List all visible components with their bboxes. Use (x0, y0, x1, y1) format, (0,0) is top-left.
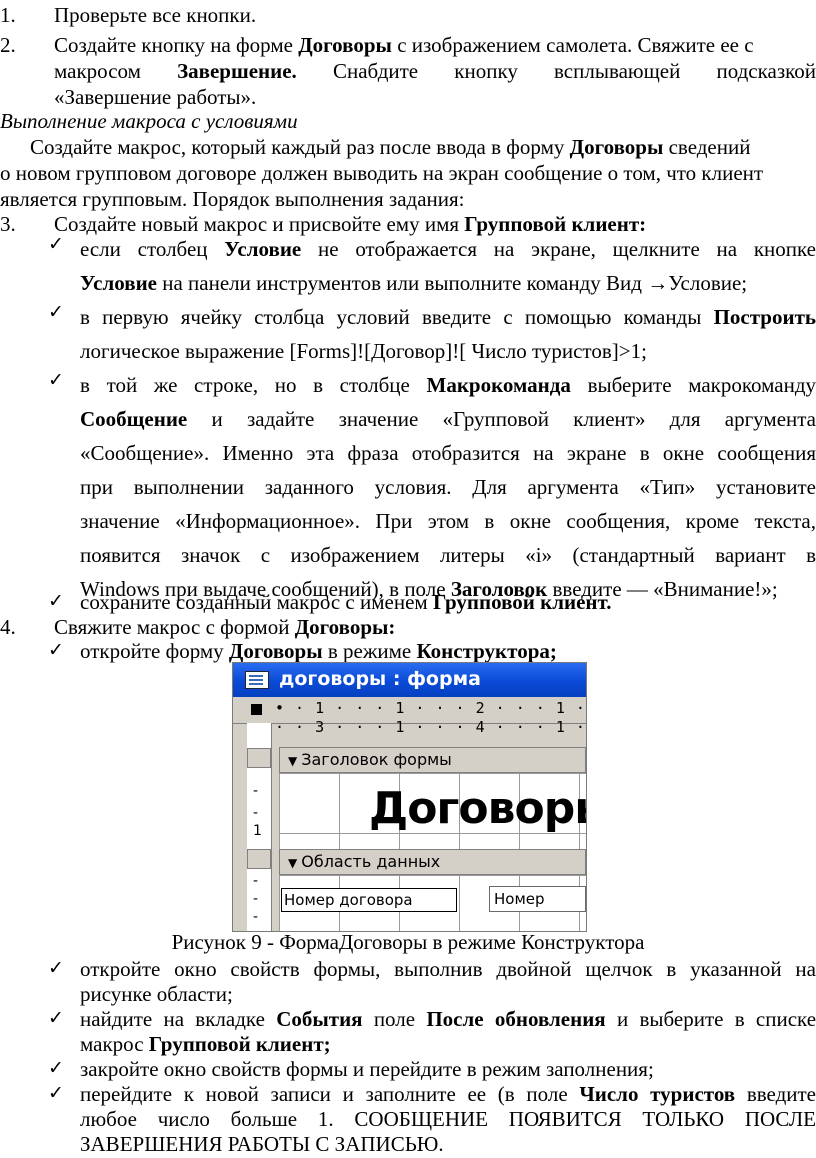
bold-run: Договоры (298, 33, 392, 57)
detail-section-selector[interactable] (247, 849, 271, 869)
bold-run: Число туристов (579, 1082, 735, 1106)
text-run: любое число больше 1. СООБЩЕНИЕ ПОЯВИТСЯ… (80, 1106, 816, 1133)
intro-line-2: о новом групповом договоре должен выводи… (0, 160, 816, 187)
checkmark-icon: ✓ (48, 300, 76, 324)
checkmark-icon: ✓ (48, 1081, 76, 1105)
ruler-tick: - (253, 909, 258, 927)
band-arrow-icon: ▼ (288, 856, 297, 870)
detail-band[interactable]: ▼ Область данных (279, 849, 586, 875)
step-number: 1. (0, 2, 40, 29)
ruler-tick: - (253, 891, 258, 909)
section-title-text: Выполнение макроса с условиями (0, 109, 298, 133)
bold-run: Групповой клиент; (149, 1032, 331, 1056)
text-run: в режиме (323, 639, 417, 663)
ruler-tick: - (253, 873, 258, 891)
contract-number-label[interactable]: Номер договора (281, 888, 457, 912)
form-icon (245, 671, 269, 689)
text-run: поле (374, 1007, 427, 1031)
horizontal-ruler: • · 1 · · · 1 · · · 2 · · · 1 · · · 3 · … (233, 697, 586, 724)
form-heading-label[interactable]: Договоры (369, 781, 587, 837)
window-titlebar: договоры : форма (233, 663, 586, 697)
form-designer-screenshot: договоры : форма • · 1 · · · 1 · · · 2 ·… (232, 662, 587, 932)
bold-run: Построить (714, 305, 816, 329)
checkmark-icon: ✓ (48, 638, 76, 662)
bold-run: Условие (80, 271, 157, 295)
bold-run: Макрокоманда (427, 373, 571, 397)
text-run: на панели инструментов или выполните ком… (157, 271, 747, 295)
text-run: перейдите к новой записи и заполните ее … (80, 1082, 579, 1106)
bold-run: Групповой клиент. (433, 590, 612, 614)
text-run: макрос (80, 1032, 149, 1056)
intro-line-3: является групповым. Порядок выполнения з… (0, 186, 816, 213)
contract-number-field[interactable]: Номер (489, 886, 586, 912)
bold-run: Договоры: (295, 615, 396, 639)
figure-caption: Рисунок 9 - ФормаДоговоры в режиме Конст… (0, 929, 816, 956)
text-run: сохраните созданный макрос с именем (80, 590, 433, 614)
document-page: 1. Проверьте все кнопки. 2. Создайте кно… (0, 0, 816, 1157)
step-text: Проверьте все кнопки. (54, 2, 816, 29)
ruler-tick: - (253, 805, 258, 823)
ruler-number: 1 (253, 823, 262, 841)
text-run: о новом групповом договоре должен выводи… (0, 161, 763, 185)
bold-run: Конструктора; (416, 639, 556, 663)
checkmark-icon: ✓ (48, 1056, 76, 1080)
checkmark-icon: ✓ (48, 956, 76, 980)
vertical-ruler: - - 1 - - - (247, 723, 272, 931)
ruler-tick: - (253, 783, 258, 801)
band-arrow-icon: ▼ (288, 754, 297, 768)
form-header-band[interactable]: ▼ Заголовок формы (279, 747, 586, 773)
form-selector[interactable] (251, 704, 262, 715)
text-run: выберите макрокоманду (588, 373, 816, 397)
bold-run: Условие (224, 237, 301, 261)
text-run: рисунке области; (80, 981, 816, 1008)
bold-run: Договоры (229, 639, 323, 663)
text-run: при выполнении заданного условия. Для ар… (80, 470, 816, 504)
step-number: 2. (0, 32, 40, 59)
bold-run: После обновления (426, 1007, 605, 1031)
text-run: и задайте значение «Групповой клиент» дл… (212, 407, 816, 431)
checkmark-icon: ✓ (48, 589, 76, 613)
text-run: закройте окно свойств формы и перейдите … (80, 1056, 816, 1083)
text-run: сведений (663, 135, 750, 159)
checkmark-icon: ✓ (48, 232, 76, 256)
text-run: логическое выражение [Forms]![Договор]![… (80, 334, 816, 368)
text-run: найдите на вкладке (80, 1007, 276, 1031)
text-run: откройте форму (80, 639, 229, 663)
text-run: не отображается на экране, щелкните на к… (318, 237, 816, 261)
text-run: Создайте кнопку на форме (54, 33, 298, 57)
text-run: Свяжите макрос с формой (54, 615, 295, 639)
text-run: макросом (54, 59, 177, 83)
band-label: Область данных (301, 852, 440, 871)
text-run: «Сообщение». Именно эта фраза отобразитс… (80, 436, 816, 470)
text-run: в той же строке, но в столбце (80, 373, 427, 397)
step-number: 3. (0, 211, 40, 238)
section-title: Выполнение макроса с условиями (0, 108, 816, 135)
bold-run: Завершение. (177, 59, 297, 83)
band-label: Заголовок формы (301, 750, 452, 769)
text-run: откройте окно свойств формы, выполнив дв… (80, 956, 816, 983)
text-run: появится значок с изображением литеры «i… (80, 538, 816, 572)
ruler-scale: • · 1 · · · 1 · · · 2 · · · 1 · · · 3 · … (275, 699, 586, 737)
text-run: является групповым. Порядок выполнения з… (0, 187, 465, 211)
text-run: Снабдите кнопку всплывающей подсказкой (333, 59, 816, 83)
checkmark-icon: ✓ (48, 368, 76, 392)
checkmark-icon: ✓ (48, 1006, 76, 1030)
step-number: 4. (0, 614, 40, 641)
header-section-selector[interactable] (247, 748, 271, 768)
text-run: и выберите в списке (617, 1007, 816, 1031)
text-run: с изображением самолета. Свяжите ее с (392, 33, 754, 57)
text-run: ЗАВЕРШЕНИЯ РАБОТЫ С ЗАПИСЬЮ. (80, 1131, 816, 1158)
text-run: Создайте макрос, который каждый раз посл… (30, 135, 570, 159)
window-title: договоры : форма (279, 667, 481, 691)
bold-run: Сообщение (80, 407, 187, 431)
text-run: если столбец (80, 237, 224, 261)
text-run: в первую ячейку столбца условий введите … (80, 305, 714, 329)
bold-run: События (276, 1007, 362, 1031)
text-run: значение «Информационное». При этом в ок… (80, 504, 816, 538)
text-run: «Завершение работы». (54, 84, 816, 111)
text-run: введите (747, 1082, 816, 1106)
bold-run: Договоры (570, 135, 664, 159)
